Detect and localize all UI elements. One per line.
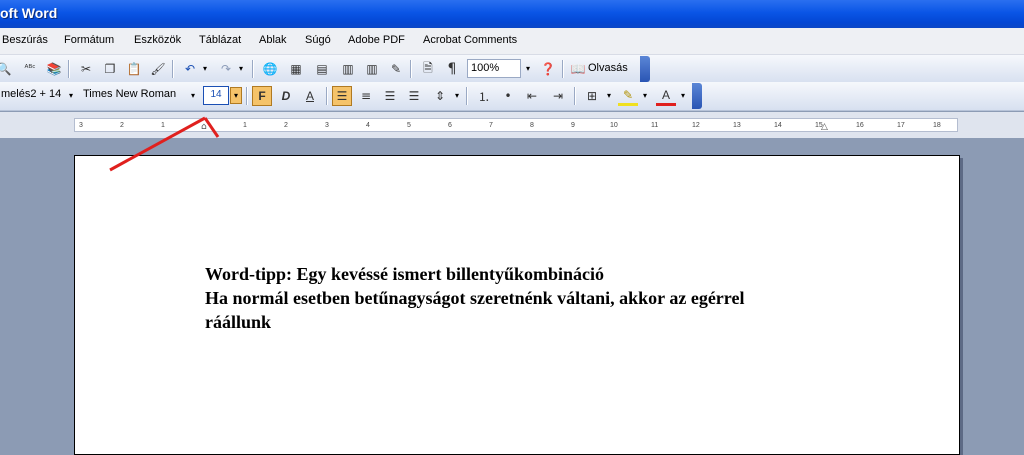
redo-dropdown-icon[interactable]: ▾ xyxy=(236,60,246,77)
document-map-icon[interactable]: 🗎 xyxy=(418,59,438,79)
formatting-toolbar: melés2 + 14 ▾ Times New Roman ▾ 14 ▾ F D… xyxy=(0,82,1024,111)
font-field[interactable]: Times New Roman xyxy=(80,86,186,105)
toolbar-options-icon[interactable] xyxy=(640,56,650,82)
underline-button[interactable]: A xyxy=(300,86,320,106)
borders-dropdown-icon[interactable]: ▾ xyxy=(604,87,614,104)
style-dropdown-icon[interactable]: ▾ xyxy=(66,87,76,104)
line-spacing-icon[interactable]: ⇕ xyxy=(430,86,450,106)
ruler-tick: 10 xyxy=(610,122,618,129)
ruler-tick: 13 xyxy=(733,122,741,129)
format-toolbar-options-icon[interactable] xyxy=(692,83,702,109)
font-size-field[interactable]: 14 xyxy=(203,86,229,105)
bold-button[interactable]: F xyxy=(252,86,272,106)
menu-adobe-pdf[interactable]: Adobe PDF xyxy=(348,34,405,46)
print-preview-icon[interactable]: 🔍 xyxy=(0,59,14,79)
document-text-line: Ha normál esetben betűnagyságot szeretné… xyxy=(205,288,745,308)
read-icon[interactable]: 📖 xyxy=(568,59,588,79)
ruler-tick: 1 xyxy=(243,122,247,129)
tables-borders-icon[interactable]: ▦ xyxy=(286,59,306,79)
document-body[interactable]: Word-tipp: Egy kevéssé ismert billentyűk… xyxy=(205,262,845,334)
insert-table-icon[interactable]: ▤ xyxy=(312,59,332,79)
zoom-dropdown-icon[interactable]: ▾ xyxy=(523,60,533,77)
font-color-button[interactable]: A xyxy=(656,86,676,106)
ruler-tick: 6 xyxy=(448,122,452,129)
ruler-tick: 8 xyxy=(530,122,534,129)
font-size-dropdown-icon[interactable]: ▾ xyxy=(230,87,242,104)
menu-tablazat[interactable]: Táblázat xyxy=(199,34,241,46)
ruler-tick: 4 xyxy=(366,122,370,129)
ruler-tick: 9 xyxy=(571,122,575,129)
ruler-tick: 1 xyxy=(161,122,165,129)
document-text-line: ráállunk xyxy=(205,312,272,332)
zoom-field[interactable]: 100% xyxy=(467,59,521,78)
font-color-dropdown-icon[interactable]: ▾ xyxy=(678,87,688,104)
numbering-icon[interactable]: ⒈ xyxy=(474,86,494,106)
ruler-tick: 17 xyxy=(897,122,905,129)
horizontal-ruler[interactable]: 3 2 1 1 2 3 4 5 6 7 8 9 10 11 12 13 14 1… xyxy=(74,118,958,132)
undo-icon[interactable]: ↶ xyxy=(180,59,200,79)
hyperlink-icon[interactable]: 🌐 xyxy=(260,59,280,79)
format-painter-icon[interactable]: 🖌 xyxy=(148,59,168,79)
help-icon[interactable]: ❓ xyxy=(538,59,558,79)
standard-toolbar: 🔍 ᴬᴮᶜ 📚 ✂ ❐ 📋 🖌 ↶ ▾ ↷ ▾ 🌐 ▦ ▤ ▥ ▥ ✎ 🗎 ¶ … xyxy=(0,55,1024,83)
menu-eszkozok[interactable]: Eszközök xyxy=(134,34,181,46)
menu-bar: Beszúrás Formátum Eszközök Táblázat Abla… xyxy=(0,28,1024,55)
menu-beszuras[interactable]: Beszúrás xyxy=(2,34,48,46)
ruler-tick: 2 xyxy=(284,122,288,129)
align-right-icon[interactable]: ☰ xyxy=(380,86,400,106)
window-title: oft Word xyxy=(0,5,58,21)
show-hide-icon[interactable]: ¶ xyxy=(442,59,462,79)
document-heading-line: Word-tipp: Egy kevéssé ismert billentyűk… xyxy=(205,264,605,284)
ruler-tick: 7 xyxy=(489,122,493,129)
bullets-icon[interactable]: • xyxy=(498,86,518,106)
paste-icon[interactable]: 📋 xyxy=(124,59,144,79)
copy-icon[interactable]: ❐ xyxy=(100,59,120,79)
ruler-tick: 5 xyxy=(407,122,411,129)
ruler-tick: 14 xyxy=(774,122,782,129)
ruler-tick: 11 xyxy=(651,122,659,129)
menu-sugo[interactable]: Súgó xyxy=(305,34,331,46)
redo-icon[interactable]: ↷ xyxy=(216,59,236,79)
ruler-tick: 18 xyxy=(933,122,941,129)
ruler-tick: 3 xyxy=(325,122,329,129)
menu-formatum[interactable]: Formátum xyxy=(64,34,114,46)
justify-icon[interactable]: ☰ xyxy=(404,86,424,106)
drawing-icon[interactable]: ✎ xyxy=(386,59,406,79)
ruler-tick: 12 xyxy=(692,122,700,129)
menu-acrobat-comments[interactable]: Acrobat Comments xyxy=(423,34,517,46)
menu-ablak[interactable]: Ablak xyxy=(259,34,287,46)
italic-button[interactable]: D xyxy=(276,86,296,106)
spelling-icon[interactable]: ᴬᴮᶜ xyxy=(20,59,40,79)
left-indent-marker-icon[interactable]: ⌂ xyxy=(201,122,207,132)
ruler-tick: 2 xyxy=(120,122,124,129)
align-center-icon[interactable]: ≡ xyxy=(356,86,376,106)
line-spacing-dropdown-icon[interactable]: ▾ xyxy=(452,87,462,104)
cut-icon[interactable]: ✂ xyxy=(76,59,96,79)
read-label[interactable]: Olvasás xyxy=(588,62,628,74)
research-icon[interactable]: 📚 xyxy=(44,59,64,79)
decrease-indent-icon[interactable]: ⇤ xyxy=(522,86,542,106)
highlight-dropdown-icon[interactable]: ▾ xyxy=(640,87,650,104)
style-field[interactable]: melés2 + 14 xyxy=(0,86,64,105)
columns-icon[interactable]: ▥ xyxy=(362,59,382,79)
font-dropdown-icon[interactable]: ▾ xyxy=(188,87,198,104)
undo-dropdown-icon[interactable]: ▾ xyxy=(200,60,210,77)
borders-icon[interactable]: ⊞ xyxy=(582,86,602,106)
highlight-icon[interactable]: ✎ xyxy=(618,86,638,106)
title-bar: oft Word xyxy=(0,0,1024,28)
align-left-icon[interactable]: ☰ xyxy=(332,86,352,106)
ruler-tick: 16 xyxy=(856,122,864,129)
insert-excel-icon[interactable]: ▥ xyxy=(338,59,358,79)
right-indent-marker-icon[interactable]: △ xyxy=(821,122,828,132)
ruler-tick: 3 xyxy=(79,122,83,129)
increase-indent-icon[interactable]: ⇥ xyxy=(548,86,568,106)
